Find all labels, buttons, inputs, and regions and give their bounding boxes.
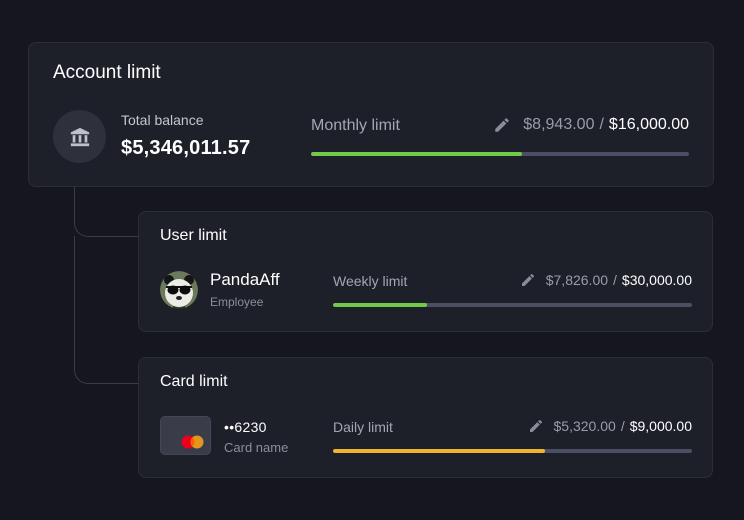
panda-avatar [160, 271, 198, 309]
user-role: Employee [210, 295, 264, 309]
card-number: ••6230 [224, 419, 267, 435]
weekly-limit-used: $7,826.00 [545, 272, 609, 288]
monthly-limit-separator: / [599, 116, 604, 133]
edit-pencil-icon[interactable] [520, 272, 536, 288]
weekly-limit-separator: / [613, 272, 617, 288]
daily-limit-progress-bar [333, 449, 692, 453]
monthly-limit-values: $8,943.00 / $16,000.00 [493, 116, 689, 134]
edit-pencil-icon[interactable] [528, 418, 544, 434]
monthly-limit-total: $16,000.00 [608, 116, 689, 133]
monthly-limit-label: Monthly limit [311, 117, 400, 134]
daily-limit-separator: / [620, 418, 625, 434]
bank-icon [53, 110, 106, 163]
card-name: Card name [224, 440, 289, 455]
user-name: PandaAff [210, 270, 280, 289]
card-limit-card: Card limit ••6230 Card name Daily limit … [138, 357, 713, 478]
monthly-limit-progress-fill [311, 152, 523, 156]
total-balance-label: Total balance [121, 112, 204, 128]
daily-limit-values: $5,320.00 / $9,000.00 [528, 418, 692, 434]
payment-card-thumbnail [160, 416, 211, 455]
edit-pencil-icon[interactable] [493, 116, 511, 134]
daily-limit-progress-fill [333, 449, 546, 453]
monthly-limit-used: $8,943.00 [523, 116, 595, 133]
tree-connector-user [74, 187, 138, 237]
total-balance-value: $5,346,011.57 [121, 137, 251, 159]
user-limit-card: User limit PandaAff Employee Weekly limi… [138, 211, 713, 332]
account-limit-title: Account limit [53, 62, 161, 83]
weekly-limit-label: Weekly limit [333, 273, 408, 289]
daily-limit-used: $5,320.00 [553, 418, 616, 434]
user-limit-title: User limit [160, 227, 227, 244]
mastercard-icon [181, 435, 204, 449]
daily-limit-label: Daily limit [333, 419, 393, 435]
account-limit-card: Account limit Total balance $5,346,011.5… [28, 42, 714, 187]
weekly-limit-progress-bar [333, 303, 692, 307]
monthly-limit-progress-bar [311, 152, 689, 156]
tree-connector-card [74, 236, 138, 384]
card-limit-title: Card limit [160, 373, 228, 390]
weekly-limit-total: $30,000.00 [621, 272, 692, 288]
daily-limit-total: $9,000.00 [629, 418, 692, 434]
weekly-limit-values: $7,826.00 / $30,000.00 [520, 272, 692, 288]
weekly-limit-progress-fill [333, 303, 427, 307]
